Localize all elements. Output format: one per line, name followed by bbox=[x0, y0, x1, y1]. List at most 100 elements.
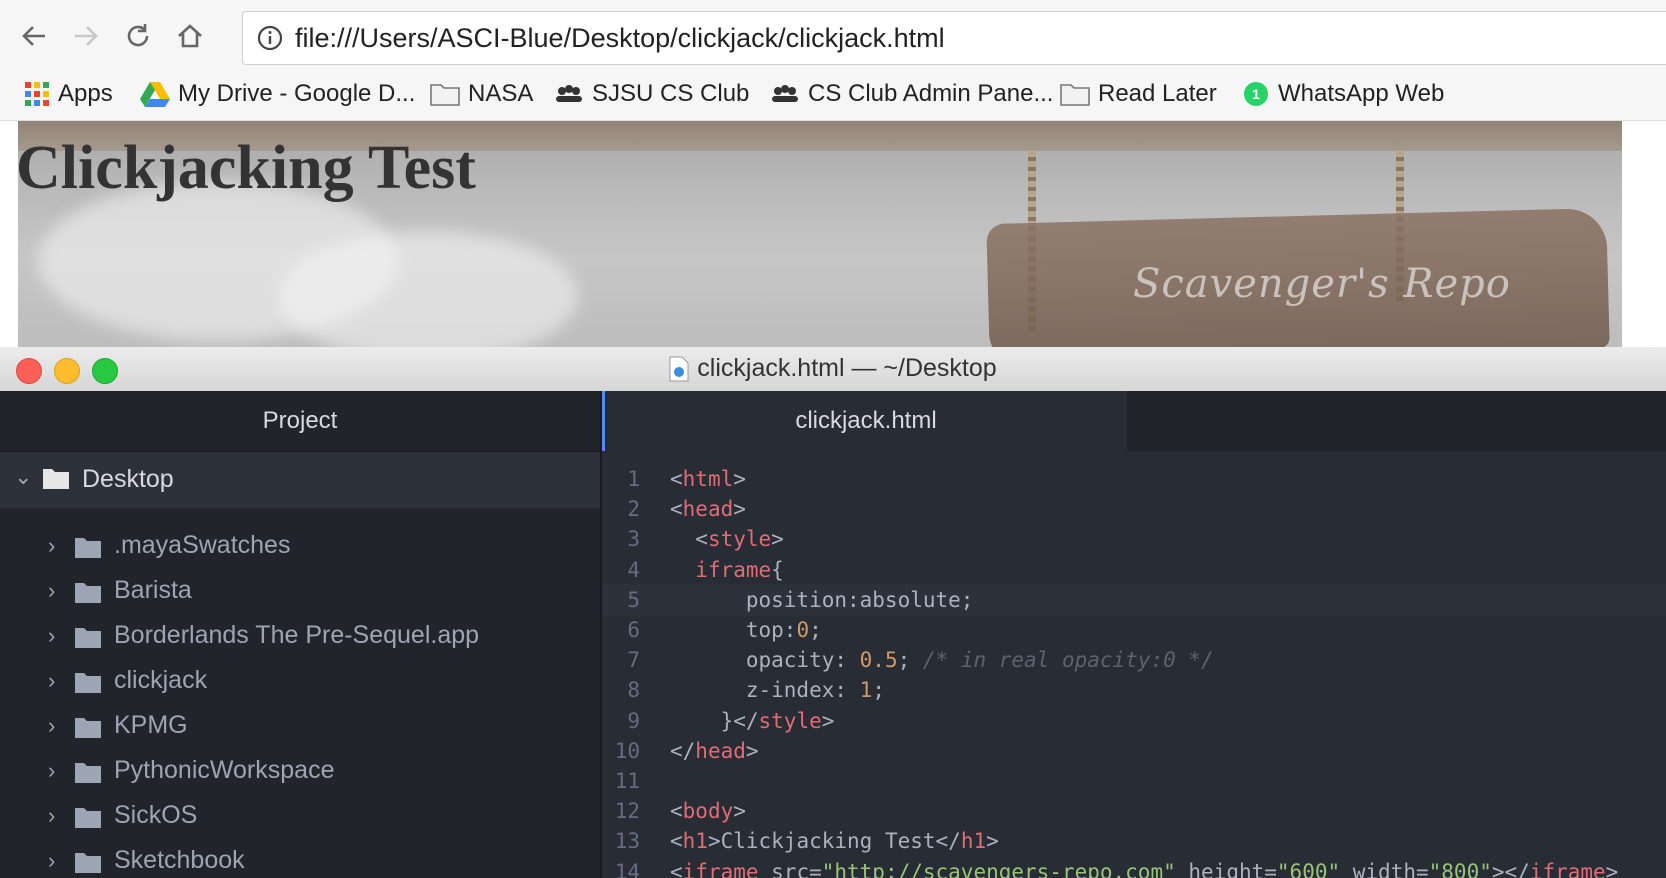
code-text[interactable]: top:0; bbox=[670, 614, 822, 646]
address-bar[interactable]: file:///Users/ASCI-Blue/Desktop/clickjac… bbox=[242, 11, 1666, 65]
code-text[interactable]: position:absolute; bbox=[670, 584, 974, 616]
code-text[interactable]: z-index: 1; bbox=[670, 674, 885, 706]
code-text[interactable]: </head> bbox=[670, 735, 759, 767]
bookmark-read-later[interactable]: Read Later bbox=[1060, 77, 1217, 111]
club-icon bbox=[772, 85, 798, 102]
tree-item-label: Sketchbook bbox=[114, 846, 245, 874]
code-line[interactable]: 4 iframe{ bbox=[602, 554, 1666, 586]
tab-bar: clickjack.html bbox=[602, 391, 1666, 451]
code-line[interactable]: 6 top:0; bbox=[602, 614, 1666, 646]
code-line[interactable]: 14 <iframe src="http://scavengers-repo.co… bbox=[602, 856, 1666, 878]
folder-icon bbox=[75, 853, 101, 873]
tree-item[interactable]: › clickjack bbox=[0, 660, 600, 708]
chevron-right-icon[interactable]: › bbox=[48, 578, 55, 604]
code-line[interactable]: 11 bbox=[602, 765, 1666, 797]
code-text[interactable]: <h1>Clickjacking Test</h1> bbox=[670, 825, 999, 857]
home-icon bbox=[178, 24, 202, 48]
line-number: 9 bbox=[627, 708, 640, 733]
tree-item[interactable]: › Sketchbook bbox=[0, 840, 600, 878]
code-line[interactable]: 1 <html> bbox=[602, 463, 1666, 495]
window-titlebar: clickjack.html — ~/Desktop bbox=[0, 347, 1666, 392]
line-number: 12 bbox=[614, 799, 640, 824]
tree-item[interactable]: › PythonicWorkspace bbox=[0, 750, 600, 798]
chevron-right-icon[interactable]: › bbox=[48, 758, 55, 784]
chevron-down-icon[interactable]: ⌄ bbox=[14, 464, 32, 490]
sign-text: Scavenger's Repo bbox=[1133, 261, 1511, 307]
code-line[interactable]: 12 <body> bbox=[602, 795, 1666, 827]
bookmark-nasa[interactable]: NASA bbox=[430, 77, 533, 111]
folder-icon bbox=[75, 673, 101, 693]
google-drive-icon bbox=[140, 82, 170, 107]
tree-root-desktop[interactable]: ⌄ Desktop bbox=[0, 452, 600, 508]
html-file-icon bbox=[669, 356, 689, 382]
code-text[interactable]: <html> bbox=[670, 463, 746, 495]
tree-item-label: PythonicWorkspace bbox=[114, 756, 335, 784]
tree-item[interactable]: › Borderlands The Pre-Sequel.app bbox=[0, 615, 600, 663]
line-number: 7 bbox=[627, 648, 640, 673]
code-line[interactable]: 8 z-index: 1; bbox=[602, 674, 1666, 706]
bookmark-label: WhatsApp Web bbox=[1278, 80, 1445, 107]
tree-item[interactable]: › Barista bbox=[0, 570, 600, 618]
chevron-right-icon[interactable]: › bbox=[48, 623, 55, 649]
bookmark-label: SJSU CS Club bbox=[592, 80, 750, 107]
forward-button[interactable] bbox=[68, 18, 104, 54]
bookmark-sjsu-cs-club[interactable]: SJSU CS Club bbox=[554, 77, 749, 111]
code-line[interactable]: 5 position:absolute; bbox=[602, 583, 1666, 616]
code-text[interactable]: opacity: 0.5; /* in real opacity:0 */ bbox=[670, 644, 1214, 676]
code-editor-pane[interactable]: clickjack.html 1 <html> 2 <head> 3 <style> 4 … bbox=[602, 391, 1666, 878]
bookmark-whatsapp[interactable]: 1 WhatsApp Web bbox=[1242, 77, 1444, 111]
code-text[interactable]: <iframe src="http://scavengers-repo.com"… bbox=[670, 856, 1618, 878]
project-tree-panel: Project ⌄ Desktop › .mayaSwatches › Bari… bbox=[0, 391, 602, 878]
window-title-text: clickjack.html — ~/Desktop bbox=[697, 354, 997, 382]
forward-arrow-icon bbox=[75, 26, 98, 46]
chevron-right-icon[interactable]: › bbox=[48, 713, 55, 739]
tree-item[interactable]: › .mayaSwatches bbox=[0, 525, 600, 573]
line-number: 6 bbox=[627, 618, 640, 642]
whatsapp-icon: 1 bbox=[1244, 82, 1268, 106]
code-line[interactable]: 7 opacity: 0.5; /* in real opacity:0 */ bbox=[602, 644, 1666, 676]
code-text[interactable]: <head> bbox=[670, 493, 746, 525]
svg-text:1: 1 bbox=[1252, 86, 1260, 102]
url-text[interactable]: file:///Users/ASCI-Blue/Desktop/clickjac… bbox=[295, 23, 945, 54]
reload-button[interactable] bbox=[120, 18, 156, 54]
tree-item-label: Borderlands The Pre-Sequel.app bbox=[114, 621, 480, 649]
code-line[interactable]: 2 <head> bbox=[602, 493, 1666, 525]
code-text[interactable]: }</style> bbox=[670, 705, 835, 737]
code-line[interactable]: 13 <h1>Clickjacking Test</h1> bbox=[602, 825, 1666, 857]
back-button[interactable] bbox=[16, 18, 52, 54]
chevron-right-icon[interactable]: › bbox=[48, 668, 55, 694]
line-number: 4 bbox=[627, 557, 640, 582]
code-line[interactable]: 9 }</style> bbox=[602, 705, 1666, 737]
tab-clickjack-html[interactable]: clickjack.html bbox=[602, 391, 1127, 451]
chevron-right-icon[interactable]: › bbox=[48, 803, 55, 829]
folder-icon bbox=[75, 538, 101, 558]
bookmark-my-drive[interactable]: My Drive - Google D... bbox=[140, 77, 415, 111]
browser-toolbar: file:///Users/ASCI-Blue/Desktop/clickjac… bbox=[0, 0, 1666, 68]
tree-item[interactable]: › KPMG bbox=[0, 705, 600, 753]
bookmark-cs-club-admin[interactable]: CS Club Admin Pane... bbox=[770, 77, 1053, 111]
bookmark-apps[interactable]: Apps bbox=[24, 77, 113, 111]
line-number: 2 bbox=[627, 497, 640, 522]
line-number: 13 bbox=[614, 829, 640, 854]
project-panel-header[interactable]: Project bbox=[0, 391, 600, 452]
code-line[interactable]: 10 </head> bbox=[602, 735, 1666, 767]
bookmark-label: Apps bbox=[58, 80, 113, 107]
web-page-viewport: Scavenger's Repo Clickjacking Test bbox=[0, 121, 1666, 347]
code-text[interactable]: iframe{ bbox=[670, 554, 784, 586]
line-number: 3 bbox=[627, 527, 640, 552]
bookmark-label: Read Later bbox=[1098, 80, 1217, 107]
info-icon[interactable] bbox=[257, 25, 283, 51]
code-text[interactable]: <style> bbox=[670, 523, 784, 555]
code-line[interactable]: 3 <style> bbox=[602, 523, 1666, 555]
chevron-right-icon[interactable]: › bbox=[48, 848, 55, 874]
home-button[interactable] bbox=[172, 18, 208, 54]
tree-item-label: .mayaSwatches bbox=[114, 531, 291, 559]
tree-item[interactable]: › SickOS bbox=[0, 795, 600, 843]
tree-item-label: SickOS bbox=[114, 801, 198, 829]
chevron-right-icon[interactable]: › bbox=[48, 533, 55, 559]
line-number: 10 bbox=[614, 738, 640, 763]
folder-icon bbox=[75, 583, 101, 603]
folder-icon bbox=[1060, 84, 1090, 106]
code-text[interactable]: <body> bbox=[670, 795, 746, 827]
editor-window: clickjack.html — ~/Desktop Project ⌄ Des… bbox=[0, 347, 1666, 878]
